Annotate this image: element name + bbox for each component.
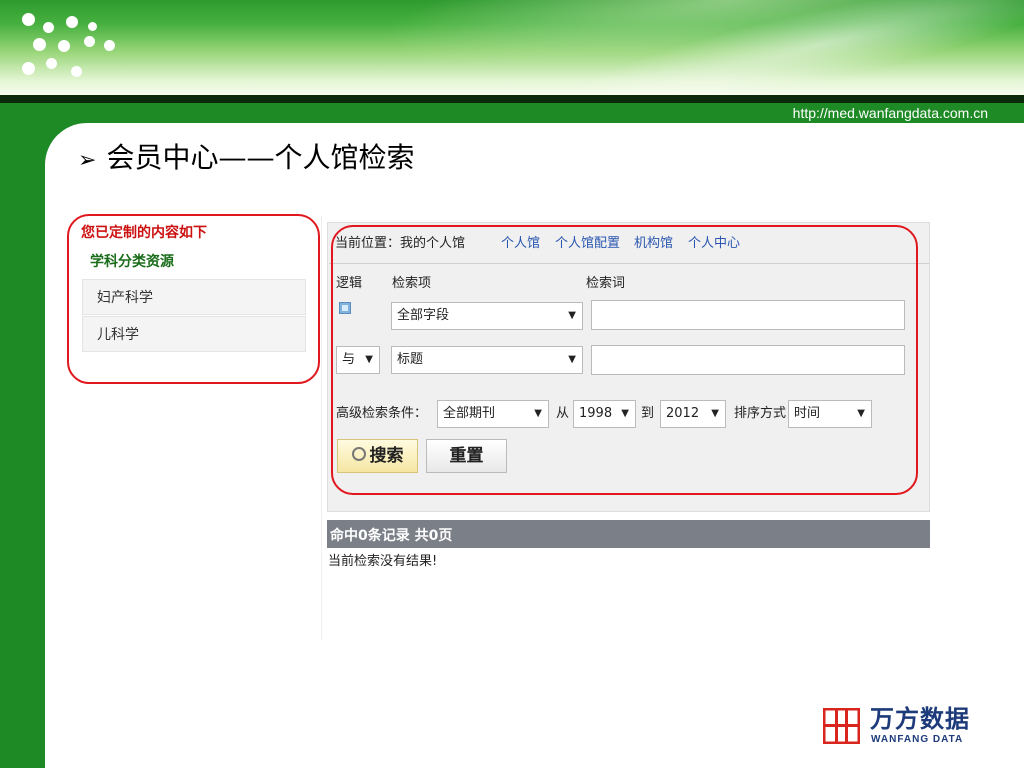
header-divider — [0, 95, 1024, 103]
bullet-arrow-icon: ➢ — [78, 148, 97, 173]
slide-title: ➢ 会员中心——个人馆检索 — [78, 138, 414, 178]
result-summary-bar: 命中0条记录 共0页 — [327, 520, 930, 548]
highlight-callout-sidebar — [67, 214, 320, 384]
logo-chinese-text: 万方数据 — [870, 705, 970, 733]
wanfang-logo-mark-icon — [823, 708, 860, 744]
logo-english-text: WANFANG DATA — [871, 734, 964, 745]
dots-logo — [0, 0, 130, 95]
header-banner — [0, 0, 1024, 95]
slide-title-text: 会员中心——个人馆检索 — [106, 141, 415, 174]
highlight-callout-search — [331, 225, 918, 495]
site-url: http://med.wanfangdata.com.cn — [792, 105, 988, 121]
wanfang-logo: 万方数据 WANFANG DATA — [823, 705, 985, 747]
no-results-message: 当前检索没有结果! — [328, 554, 438, 569]
